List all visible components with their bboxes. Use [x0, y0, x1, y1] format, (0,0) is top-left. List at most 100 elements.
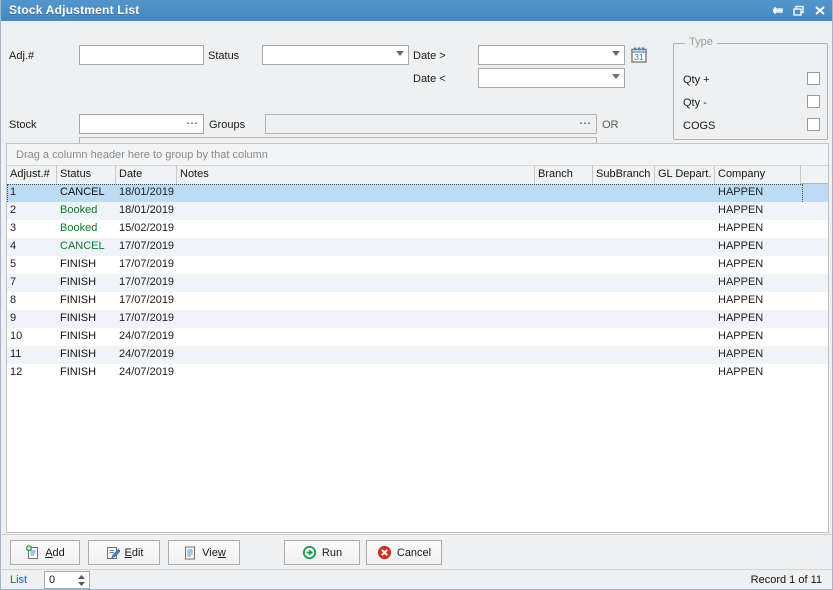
cell-subbranch: [593, 364, 655, 382]
cell-notes: [177, 364, 535, 382]
cell-subbranch: [593, 346, 655, 364]
cell-gldepart: [655, 274, 715, 292]
cell-branch: [535, 364, 593, 382]
table-row[interactable]: 5 FINISH 17/07/2019 HAPPEN: [7, 256, 828, 274]
cell-date: 24/07/2019: [119, 348, 175, 360]
date-gt-label: Date >: [413, 50, 446, 62]
add-button[interactable]: Add: [10, 540, 80, 565]
cell-branch: [535, 238, 593, 256]
view-button[interactable]: View: [168, 540, 240, 565]
table-row[interactable]: 1 CANCEL 18/01/2019 HAPPEN: [7, 184, 828, 204]
cogs-checkbox[interactable]: [807, 118, 820, 131]
cell-gldepart: [655, 256, 715, 274]
grid-header-row: Adjust.# Status Date Notes Branch SubBranch GL…: [7, 166, 828, 184]
stock-ellipsis-icon[interactable]: ⋯: [186, 116, 199, 130]
cell-status: FINISH: [60, 258, 97, 270]
table-row[interactable]: 3 Booked 15/02/2019 HAPPEN: [7, 220, 828, 238]
cell-adjust: 1: [10, 186, 17, 198]
cell-company: HAPPEN: [718, 312, 764, 324]
status-dropdown[interactable]: [262, 45, 409, 65]
cell-branch: [535, 256, 593, 274]
cell-adjust: 8: [10, 294, 17, 306]
stock-label: Stock: [9, 119, 37, 131]
cell-company: HAPPEN: [718, 204, 764, 216]
cell-notes: [177, 292, 535, 310]
chevron-down-icon: [396, 51, 404, 56]
cell-notes: [177, 202, 535, 220]
window-title: Stock Adjustment List: [9, 3, 140, 17]
cancel-x-icon: [377, 545, 392, 560]
column-header-gldepart[interactable]: GL Depart.: [655, 166, 715, 184]
column-header-notes[interactable]: Notes: [177, 166, 535, 184]
cell-gldepart: [655, 310, 715, 328]
run-button-label: Run: [321, 546, 343, 559]
list-stepper[interactable]: 0: [44, 571, 90, 589]
cell-adjust: 4: [10, 240, 17, 252]
edit-pencil-icon: [105, 545, 120, 560]
group-by-dropzone[interactable]: Drag a column header here to group by th…: [7, 144, 828, 166]
cell-branch: [535, 346, 593, 364]
cell-status: FINISH: [60, 330, 97, 342]
cell-gldepart: [655, 328, 715, 346]
cell-notes: [177, 310, 535, 328]
cell-subbranch: [593, 274, 655, 292]
pin-icon[interactable]: [770, 3, 786, 18]
restore-icon[interactable]: [791, 3, 807, 18]
cell-status: Booked: [60, 222, 98, 234]
groups-ellipsis-icon[interactable]: ⋯: [579, 116, 592, 130]
stepper-arrows-icon[interactable]: [77, 574, 86, 587]
cell-gldepart: [655, 346, 715, 364]
status-label: Status: [208, 50, 240, 62]
edit-button[interactable]: Edit: [88, 540, 160, 565]
cell-status: CANCEL: [60, 240, 105, 252]
type-groupbox-legend: Type: [685, 36, 717, 48]
cell-notes: [177, 328, 535, 346]
adj-number-label: Adj.#: [9, 50, 35, 62]
calendar-icon[interactable]: 31: [630, 46, 648, 64]
date-lt-dropdown[interactable]: [478, 68, 625, 88]
groups-input[interactable]: ⋯: [265, 114, 597, 134]
cell-company: HAPPEN: [718, 294, 764, 306]
column-header-subbranch[interactable]: SubBranch: [593, 166, 655, 184]
cell-adjust: 9: [10, 312, 17, 324]
cell-company: HAPPEN: [718, 258, 764, 270]
qty-minus-checkbox[interactable]: [807, 95, 820, 108]
cell-company: HAPPEN: [718, 366, 764, 378]
adjustments-grid: Drag a column header here to group by th…: [6, 143, 829, 533]
view-document-icon: [182, 545, 197, 560]
list-label[interactable]: List: [10, 574, 27, 586]
column-header-branch[interactable]: Branch: [535, 166, 593, 184]
cell-status: FINISH: [60, 276, 97, 288]
chevron-down-icon: [612, 74, 620, 79]
cell-date: 17/07/2019: [119, 276, 175, 288]
column-header-company[interactable]: Company: [715, 166, 801, 184]
cell-status: Booked: [60, 204, 98, 216]
cancel-button[interactable]: Cancel: [366, 540, 442, 565]
table-row[interactable]: 2 Booked 18/01/2019 HAPPEN: [7, 202, 828, 220]
cell-subbranch: [593, 256, 655, 274]
table-row[interactable]: 9 FINISH 17/07/2019 HAPPEN: [7, 310, 828, 328]
qty-plus-checkbox[interactable]: [807, 72, 820, 85]
cell-subbranch: [593, 220, 655, 238]
table-row[interactable]: 10 FINISH 24/07/2019 HAPPEN: [7, 328, 828, 346]
column-header-adjust[interactable]: Adjust.#: [7, 166, 57, 184]
adj-number-input[interactable]: [79, 45, 204, 65]
table-row[interactable]: 7 FINISH 17/07/2019 HAPPEN: [7, 274, 828, 292]
column-header-status[interactable]: Status: [57, 166, 116, 184]
cell-status: CANCEL: [60, 186, 105, 198]
cell-notes: [177, 184, 535, 202]
table-row[interactable]: 4 CANCEL 17/07/2019 HAPPEN: [7, 238, 828, 256]
cell-branch: [535, 220, 593, 238]
add-document-icon: [25, 545, 40, 560]
table-row[interactable]: 8 FINISH 17/07/2019 HAPPEN: [7, 292, 828, 310]
run-button[interactable]: Run: [284, 540, 360, 565]
date-gt-dropdown[interactable]: [478, 45, 625, 65]
column-header-date[interactable]: Date: [116, 166, 177, 184]
cell-branch: [535, 310, 593, 328]
cell-notes: [177, 346, 535, 364]
close-icon[interactable]: [812, 3, 828, 18]
table-row[interactable]: 12 FINISH 24/07/2019 HAPPEN: [7, 364, 828, 382]
table-row[interactable]: 11 FINISH 24/07/2019 HAPPEN: [7, 346, 828, 364]
stock-input[interactable]: ⋯: [79, 114, 204, 134]
cell-subbranch: [593, 310, 655, 328]
